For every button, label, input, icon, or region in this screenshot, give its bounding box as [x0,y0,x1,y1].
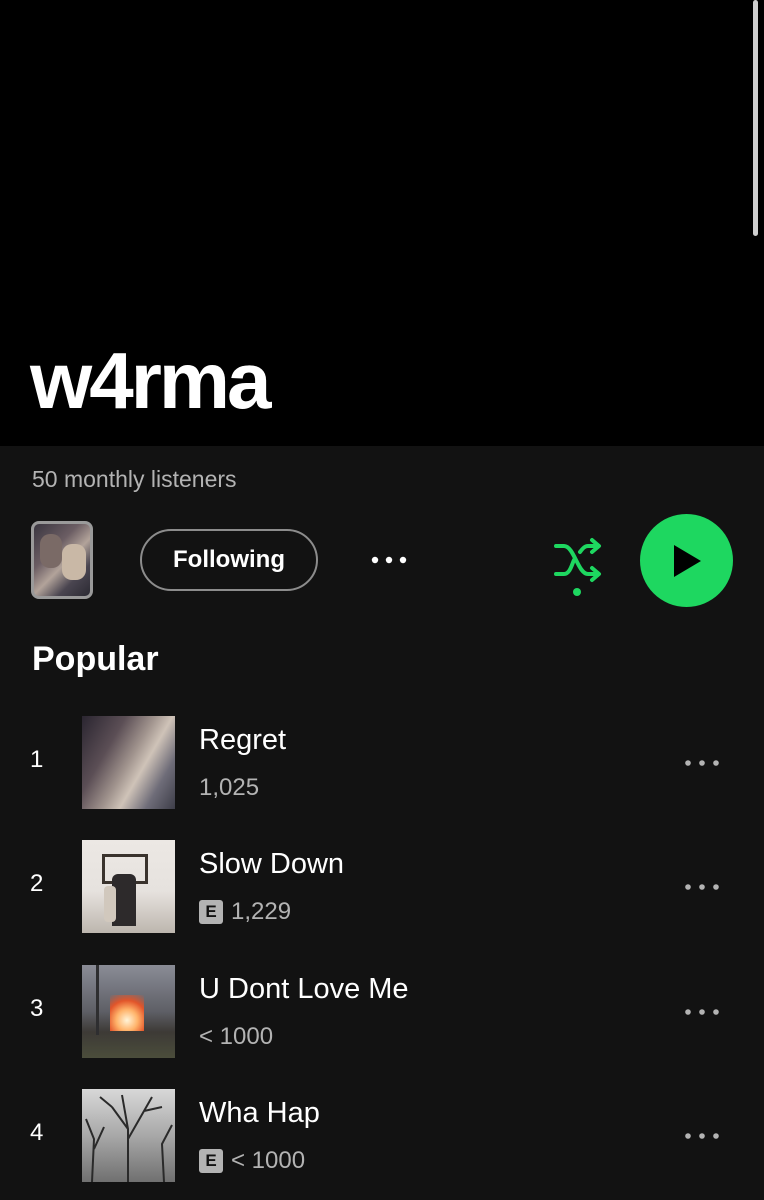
track-plays-container: 1,025 [199,774,259,802]
more-options-icon[interactable] [364,538,414,582]
play-icon [673,544,701,577]
track-rank: 1 [30,746,44,773]
track-rank: 2 [30,870,44,897]
following-button[interactable]: Following [140,529,318,591]
album-art [82,840,175,933]
track-row[interactable]: 3 U Dont Love Me < 1000 [0,965,764,1061]
track-rank: 3 [30,995,44,1022]
track-row[interactable]: 2 Slow Down E 1,229 [0,840,764,936]
more-options-icon[interactable] [680,1119,724,1153]
track-plays: 1,025 [199,774,260,801]
track-plays: 1,229 [231,898,292,925]
track-title: U Dont Love Me [199,973,409,1005]
track-rank: 4 [30,1119,44,1146]
track-plays: < 1000 [199,1023,274,1050]
more-options-icon[interactable] [680,746,724,780]
album-art [82,716,175,809]
artist-thumbnail[interactable] [31,521,93,599]
track-row[interactable]: 4 Wha Hap E < 1000 [0,1089,764,1185]
track-title: Slow Down [199,848,345,880]
track-title: Regret [199,724,287,756]
explicit-badge: E [199,900,223,924]
track-title: Wha Hap [199,1097,320,1129]
track-plays-container: E 1,229 [199,898,291,926]
album-art [82,1089,175,1182]
album-art [82,965,175,1058]
artist-header: w4rma [0,0,764,446]
play-button[interactable] [640,514,733,607]
explicit-badge: E [199,1149,223,1173]
section-title: Popular [32,640,159,678]
track-row[interactable]: 1 Regret 1,025 [0,716,764,812]
track-plays-container: < 1000 [199,1023,273,1051]
scrollbar[interactable] [753,0,758,236]
shuffle-icon[interactable] [552,536,604,602]
artist-name: w4rma [30,336,271,425]
track-plays-container: E < 1000 [199,1147,305,1175]
more-options-icon[interactable] [680,870,724,904]
more-options-icon[interactable] [680,995,724,1029]
track-plays: < 1000 [231,1147,306,1174]
monthly-listeners: 50 monthly listeners [32,466,237,492]
